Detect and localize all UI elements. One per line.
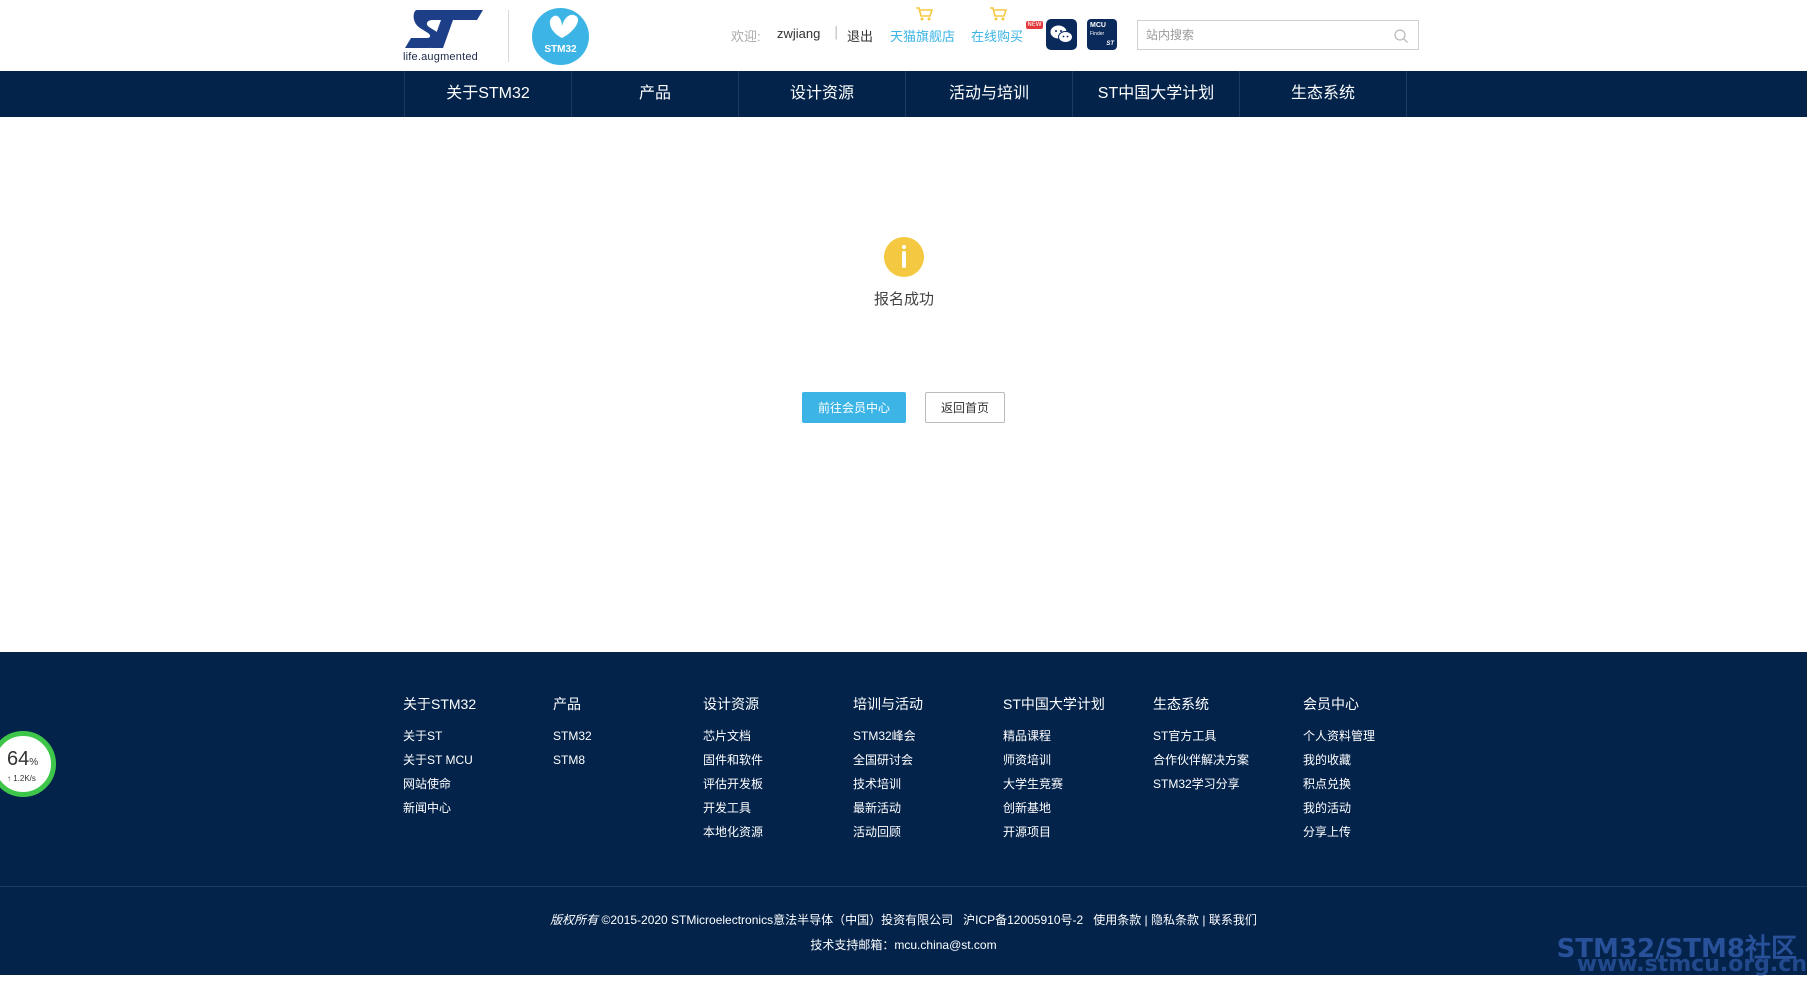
footer-link[interactable]: 我的收藏 <box>1303 752 1453 776</box>
main-nav: 关于STM32 产品 设计资源 活动与培训 ST中国大学计划 生态系统 <box>0 71 1807 117</box>
footer-column-title[interactable]: 设计资源 <box>703 694 853 728</box>
privacy-link[interactable]: 隐私条款 <box>1151 913 1199 927</box>
copyright-text: ©2015-2020 STMicroelectronics意法半导体（中国）投资… <box>601 913 954 927</box>
logo-tagline: life.augmented <box>403 51 478 63</box>
back-home-button[interactable]: 返回首页 <box>925 392 1005 423</box>
support-line: 技术支持邮箱：mcu.china@st.com <box>0 936 1807 953</box>
footer-column-title[interactable]: 生态系统 <box>1153 694 1303 728</box>
nav-item-0[interactable]: 关于STM32 <box>405 71 572 117</box>
mcu-finder-line1: MCU <box>1090 22 1106 29</box>
footer-column: 产品 STM32 STM8 <box>553 694 703 848</box>
footer-link-separator: | <box>1144 913 1148 927</box>
site-footer: 关于STM32 关于ST 关于ST MCU 网站使命 新闻中心 产品 STM32 STM8 设计… <box>0 652 1807 977</box>
footer-column: 设计资源 芯片文档 固件和软件 评估开发板 开发工具 本地化资源 <box>703 694 853 848</box>
new-badge: NEW <box>1026 21 1043 29</box>
footer-link[interactable]: 创新基地 <box>1003 800 1153 824</box>
logout-link[interactable]: 退出 <box>847 26 873 45</box>
search-input[interactable] <box>1146 27 1386 43</box>
footer-columns: 关于STM32 关于ST 关于ST MCU 网站使命 新闻中心 产品 STM32 STM8 设计… <box>403 694 1453 848</box>
speed-percent: 64% <box>7 748 38 771</box>
contact-link[interactable]: 联系我们 <box>1209 913 1257 927</box>
go-member-center-button[interactable]: 前往会员中心 <box>802 392 906 423</box>
info-icon <box>884 237 924 277</box>
footer-link[interactable]: STM32峰会 <box>853 728 1003 752</box>
footer-link[interactable]: 开发工具 <box>703 800 853 824</box>
footer-link[interactable]: 新闻中心 <box>403 800 553 824</box>
footer-link[interactable]: 合作伙伴解决方案 <box>1153 752 1303 776</box>
terms-link[interactable]: 使用条款 <box>1093 913 1141 927</box>
speed-rate: ↑ 1.2K/s <box>7 774 36 783</box>
footer-column: ST中国大学计划 精品课程 师资培训 大学生竞赛 创新基地 开源项目 <box>1003 694 1153 848</box>
speed-percent-value: 64 <box>7 748 30 770</box>
footer-link[interactable]: 技术培训 <box>853 776 1003 800</box>
icp-number[interactable]: 沪ICP备12005910号-2 <box>963 913 1083 927</box>
footer-column: 培训与活动 STM32峰会 全国研讨会 技术培训 最新活动 活动回顾 <box>853 694 1003 848</box>
footer-link[interactable]: ST官方工具 <box>1153 728 1303 752</box>
footer-divider <box>0 886 1807 887</box>
logo-divider <box>508 10 509 62</box>
tmall-cart-icon <box>915 6 934 22</box>
footer-column: 生态系统 ST官方工具 合作伙伴解决方案 STM32学习分享 <box>1153 694 1303 848</box>
footer-link[interactable]: 芯片文档 <box>703 728 853 752</box>
nav-item-2[interactable]: 设计资源 <box>739 71 906 117</box>
footer-link[interactable]: 网站使命 <box>403 776 553 800</box>
mcu-finder-icon[interactable]: MCU Finder ST <box>1087 19 1117 50</box>
footer-column-title[interactable]: 培训与活动 <box>853 694 1003 728</box>
footer-column: 关于STM32 关于ST 关于ST MCU 网站使命 新闻中心 <box>403 694 553 848</box>
footer-link[interactable]: 关于ST <box>403 728 553 752</box>
footer-link[interactable]: 精品课程 <box>1003 728 1153 752</box>
footer-link[interactable]: 分享上传 <box>1303 824 1453 848</box>
watermark-url: www.stmcu.org.cn <box>1576 952 1807 977</box>
online-buy-link[interactable]: 在线购买 <box>971 26 1023 45</box>
nav-item-4[interactable]: ST中国大学计划 <box>1073 71 1240 117</box>
tmall-store-link[interactable]: 天猫旗舰店 <box>890 26 955 45</box>
footer-link-separator: | <box>1202 913 1206 927</box>
mcu-finder-line2: Finder <box>1090 31 1105 37</box>
footer-link[interactable]: STM32 <box>553 728 703 752</box>
footer-column-title[interactable]: ST中国大学计划 <box>1003 694 1153 728</box>
welcome-label: 欢迎: <box>731 29 761 44</box>
speed-percent-unit: % <box>29 757 39 768</box>
status-message: 报名成功 <box>873 291 934 308</box>
footer-link[interactable]: 评估开发板 <box>703 776 853 800</box>
footer-column-title[interactable]: 会员中心 <box>1303 694 1453 728</box>
wechat-icon[interactable] <box>1046 19 1077 50</box>
copyright-line: 版权所有 ©2015-2020 STMicroelectronics意法半导体（… <box>0 911 1807 928</box>
footer-link[interactable]: 本地化资源 <box>703 824 853 848</box>
footer-link[interactable]: 全国研讨会 <box>853 752 1003 776</box>
nav-item-5[interactable]: 生态系统 <box>1240 71 1407 117</box>
online-buy-cart-icon <box>989 6 1008 22</box>
footer-link[interactable]: 我的活动 <box>1303 800 1453 824</box>
footer-link[interactable]: 固件和软件 <box>703 752 853 776</box>
footer-link[interactable]: 个人资料管理 <box>1303 728 1453 752</box>
footer-link[interactable]: 活动回顾 <box>853 824 1003 848</box>
footer-link[interactable]: STM8 <box>553 752 703 776</box>
header-separator: | <box>834 25 839 40</box>
footer-link[interactable]: 最新活动 <box>853 800 1003 824</box>
footer-column-title[interactable]: 产品 <box>553 694 703 728</box>
stm32-logo-text: STM32 <box>544 44 577 55</box>
footer-link[interactable]: 关于ST MCU <box>403 752 553 776</box>
username-link[interactable]: zwjiang <box>777 26 820 41</box>
footer-link[interactable]: 积点兑换 <box>1303 776 1453 800</box>
support-label: 技术支持邮箱： <box>810 938 895 952</box>
footer-column-title[interactable]: 关于STM32 <box>403 694 553 728</box>
support-email[interactable]: mcu.china@st.com <box>894 938 996 952</box>
footer-column: 会员中心 个人资料管理 我的收藏 积点兑换 我的活动 分享上传 <box>1303 694 1453 848</box>
footer-link[interactable]: 开源项目 <box>1003 824 1153 848</box>
mcu-finder-brand: ST <box>1106 41 1114 47</box>
footer-link[interactable]: 大学生竞赛 <box>1003 776 1153 800</box>
search-box <box>1137 20 1419 50</box>
site-header: life.augmented STM32 欢迎: zwjiang | 退出 天猫… <box>0 0 1807 71</box>
copyright-prefix: 版权所有 <box>550 913 599 927</box>
stm32-logo[interactable]: STM32 <box>532 8 589 65</box>
search-icon[interactable] <box>1393 28 1409 44</box>
main-nav-items: 关于STM32 产品 设计资源 活动与培训 ST中国大学计划 生态系统 <box>404 71 1407 117</box>
nav-item-1[interactable]: 产品 <box>572 71 739 117</box>
footer-link[interactable]: 师资培训 <box>1003 752 1153 776</box>
footer-link[interactable]: STM32学习分享 <box>1153 776 1303 800</box>
nav-item-3[interactable]: 活动与培训 <box>906 71 1073 117</box>
